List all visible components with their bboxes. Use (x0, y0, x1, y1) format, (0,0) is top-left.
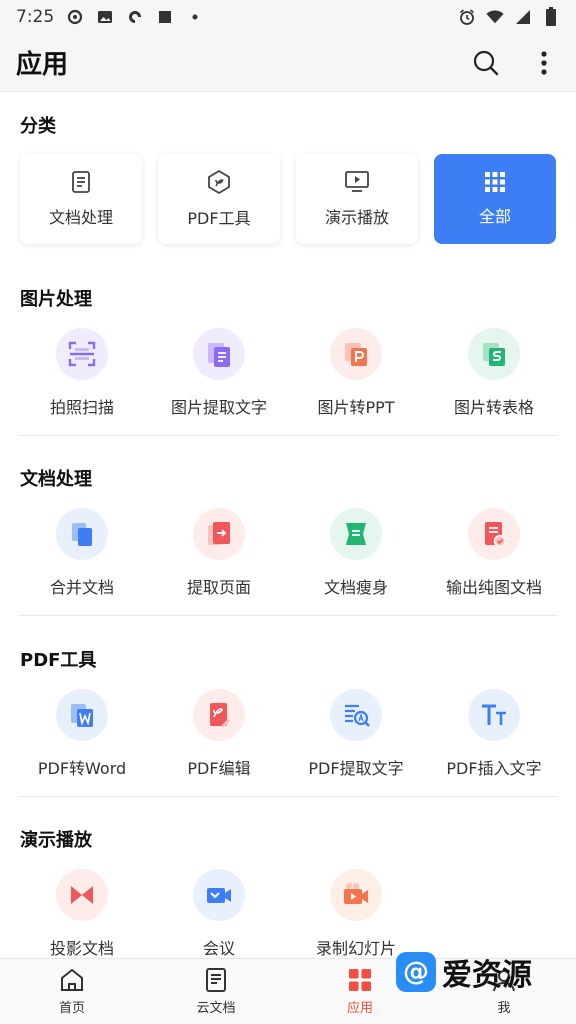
tool-label: 投影文档 (49, 939, 114, 958)
tool-meeting[interactable]: 会议 (149, 869, 289, 958)
notification-app-icon (66, 8, 84, 26)
tool-label: PDF提取文字 (308, 759, 404, 778)
status-time: 7:25 (16, 7, 55, 27)
category-doc-processing[interactable]: 文档处理 (20, 154, 142, 244)
swirl-notification-icon (126, 8, 144, 26)
signal-icon (514, 8, 532, 26)
category-label: 全部 (478, 207, 511, 226)
nav-cloud-docs[interactable]: 云文档 (144, 959, 288, 1024)
slim-icon (346, 523, 366, 545)
category-label: PDF工具 (187, 209, 251, 228)
scan-icon (68, 341, 96, 367)
tool-slim-doc[interactable]: 文档瘦身 (286, 508, 426, 598)
tool-pdf-to-word[interactable]: PDF转Word (12, 689, 152, 779)
tool-pdf-extract-text[interactable]: PDF提取文字 (286, 689, 426, 779)
tool-image-to-text[interactable]: 图片提取文字 (149, 328, 289, 418)
status-bar: 7:25 (0, 0, 576, 34)
category-presentation[interactable]: 演示播放 (296, 154, 418, 244)
apps-icon (349, 969, 371, 991)
image-processing-title: 图片处理 (20, 289, 92, 310)
section-divider (18, 615, 558, 616)
tool-label: 图片转PPT (317, 398, 395, 417)
page-title: 应用 (16, 50, 69, 80)
app-bar: 应用 (0, 34, 576, 92)
image-notification-icon (96, 8, 114, 26)
tool-extract-pages[interactable]: 提取页面 (149, 508, 289, 598)
image-sheet-icon (483, 343, 505, 366)
apps-content[interactable]: 分类 文档处理 PDF工具 演示播放 全部 图片处理 拍照扫描 图片提取文字 图… (0, 92, 576, 958)
home-icon (61, 968, 83, 991)
presentation-title: 演示播放 (20, 830, 92, 851)
tool-label: 图片转表格 (453, 398, 534, 417)
search-button[interactable] (470, 47, 502, 79)
pdf-tools-title: PDF工具 (20, 650, 97, 671)
alarm-icon (458, 8, 476, 26)
presentation-row: 投影文档 会议 录制幻灯片 (0, 869, 576, 958)
category-section-title: 分类 (20, 116, 56, 137)
meeting-icon (207, 888, 231, 903)
presentation-icon (345, 171, 369, 192)
category-label: 演示播放 (324, 208, 389, 227)
tool-output-image-doc[interactable]: 输出纯图文档 (424, 508, 564, 598)
tool-label: 输出纯图文档 (445, 578, 542, 597)
watermark-logo-icon: @ (396, 952, 436, 992)
dot-notification-icon (186, 8, 204, 26)
tool-label: 拍照扫描 (49, 398, 114, 417)
tool-label: 会议 (202, 939, 235, 958)
category-pdf-tools[interactable]: PDF工具 (158, 154, 280, 244)
tool-label: PDF编辑 (187, 759, 251, 778)
tool-pdf-insert-text[interactable]: PDF插入文字 (424, 689, 564, 779)
tool-merge-docs[interactable]: 合并文档 (12, 508, 152, 598)
tool-label: 提取页面 (186, 578, 251, 597)
image-text-icon (208, 343, 230, 367)
pdf-hex-icon (208, 169, 230, 195)
search-icon (473, 50, 499, 75)
pdf-word-icon (71, 704, 93, 727)
grid-icon (485, 172, 505, 192)
tool-pdf-edit[interactable]: PDF编辑 (149, 689, 289, 779)
pdf-edit-icon (210, 703, 230, 727)
tool-label: 录制幻灯片 (315, 939, 396, 958)
tool-label: PDF转Word (37, 759, 127, 778)
insert-text-icon (482, 704, 506, 725)
cloud-doc-icon (206, 968, 226, 992)
watermark-text: 爱资源 (442, 958, 532, 993)
category-all[interactable]: 全部 (434, 154, 556, 244)
watermark: @ 爱资源 (396, 950, 532, 994)
pdf-tools-row: PDF转Word PDF编辑 PDF提取文字 PDF插入文字 (0, 689, 576, 799)
tool-photo-scan[interactable]: 拍照扫描 (12, 328, 152, 418)
section-divider (18, 796, 558, 797)
image-processing-row: 拍照扫描 图片提取文字 图片转PPT 图片转表格 (0, 328, 576, 438)
nav-label: 首页 (58, 1001, 85, 1016)
pdf-text-icon (345, 704, 370, 727)
section-divider (18, 435, 558, 436)
tool-image-to-sheet[interactable]: 图片转表格 (424, 328, 564, 418)
tool-label: 图片提取文字 (170, 398, 267, 417)
tool-image-to-ppt[interactable]: 图片转PPT (286, 328, 426, 418)
tool-projection[interactable]: 投影文档 (12, 869, 152, 958)
tool-label: PDF插入文字 (446, 759, 542, 778)
doc-processing-row: 合并文档 提取页面 文档瘦身 输出纯图文档 (0, 508, 576, 618)
extract-page-icon (208, 522, 230, 545)
battery-icon (542, 7, 560, 26)
square-notification-icon (156, 8, 174, 26)
tool-record-slides[interactable]: 录制幻灯片 (286, 869, 426, 958)
category-label: 文档处理 (48, 208, 113, 227)
nav-home[interactable]: 首页 (0, 959, 144, 1024)
merge-icon (72, 523, 92, 546)
record-icon (344, 883, 368, 904)
wifi-icon (486, 8, 504, 26)
more-vertical-icon (541, 50, 547, 75)
image-doc-icon (485, 522, 507, 548)
document-icon (72, 171, 90, 193)
nav-label: 我 (497, 1001, 511, 1016)
nav-label: 云文档 (196, 1001, 236, 1016)
projection-icon (71, 886, 93, 904)
nav-label: 应用 (346, 1001, 373, 1016)
doc-processing-title: 文档处理 (20, 469, 92, 490)
image-ppt-icon (345, 343, 367, 366)
more-options-button[interactable] (528, 47, 560, 79)
tool-label: 合并文档 (49, 578, 114, 597)
tool-label: 文档瘦身 (323, 578, 388, 597)
